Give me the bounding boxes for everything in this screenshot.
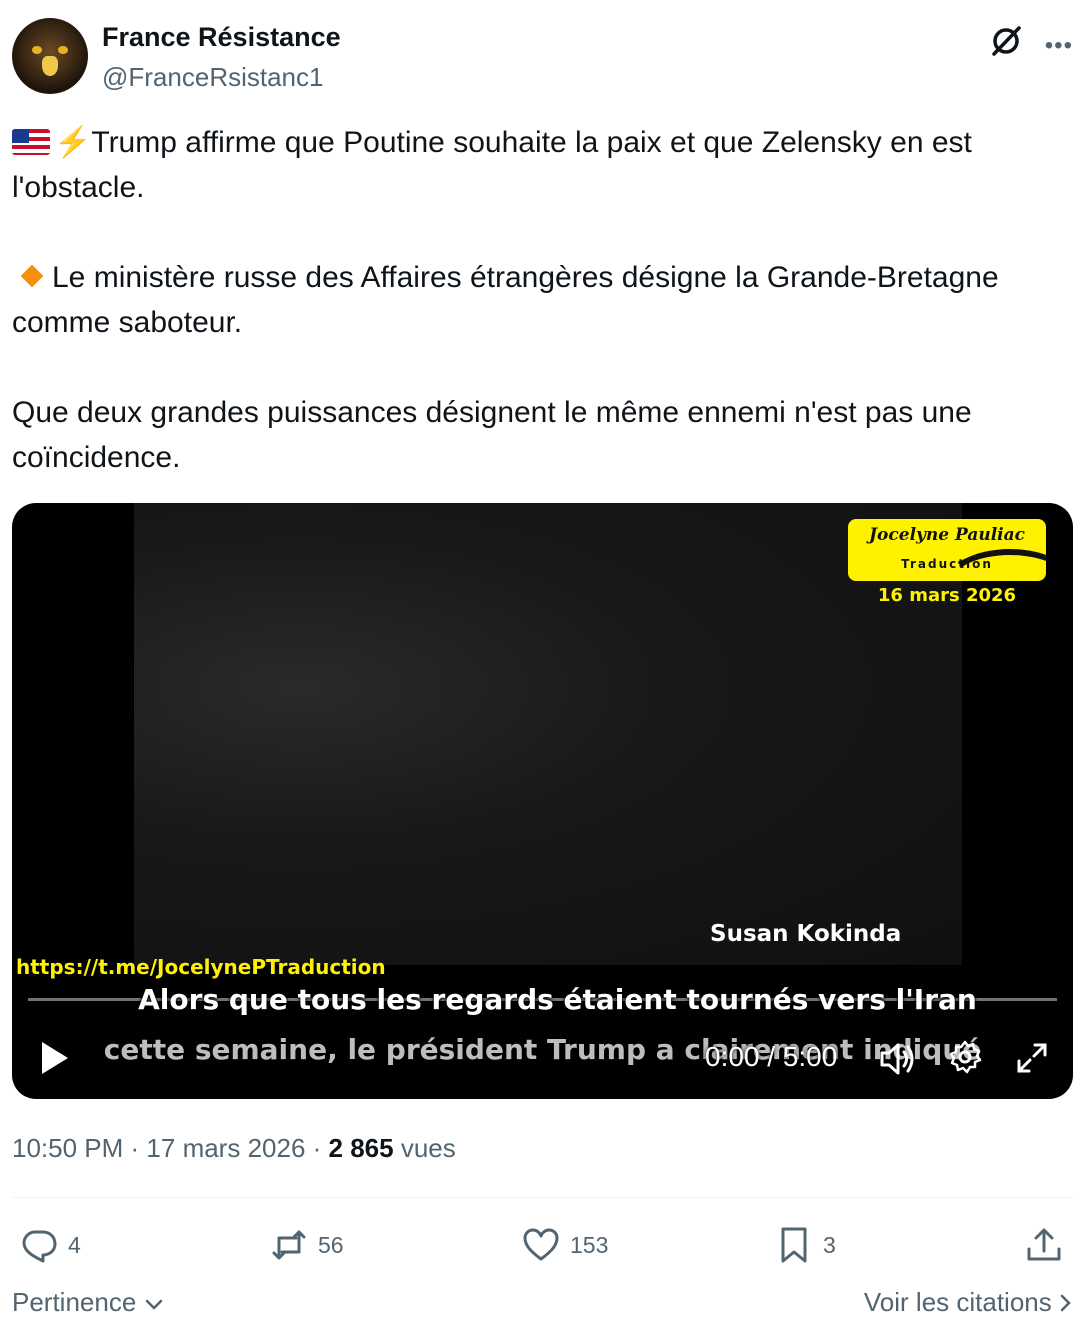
bookmark-icon	[781, 1227, 807, 1263]
avatar-eye	[32, 46, 42, 54]
tweet-meta: 10:50 PM · 17 mars 2026 · 2 865 vues	[12, 1133, 456, 1164]
tweet-date[interactable]: 17 mars 2026	[146, 1133, 305, 1163]
replies-footer: Pertinence Voir les citations	[12, 1287, 1073, 1323]
play-icon[interactable]	[40, 1040, 70, 1076]
sort-label: Pertinence	[12, 1287, 137, 1317]
orange-diamond-icon	[20, 264, 44, 288]
divider	[12, 1197, 1073, 1198]
repost-button[interactable]: 56	[270, 1220, 344, 1270]
grok-icon[interactable]	[989, 24, 1023, 58]
logo-date: 16 mars 2026	[877, 585, 1017, 606]
video-player[interactable]: Jocelyne Pauliac Traduction 16 mars 2026…	[12, 503, 1073, 1099]
more-icon[interactable]: •••	[1045, 34, 1073, 58]
tweet-line-2: Le ministère russe des Affaires étrangèr…	[12, 261, 1007, 339]
fullscreen-icon[interactable]	[1015, 1041, 1049, 1075]
chevron-down-icon	[145, 1299, 162, 1310]
subtitle-line-1: Alors que tous les regards étaient tourn…	[138, 983, 977, 1016]
logo-subtitle: Traduction	[901, 557, 993, 571]
repost-icon	[272, 1230, 306, 1260]
volume-icon[interactable]	[878, 1039, 918, 1079]
like-button[interactable]: 153	[522, 1220, 608, 1270]
action-bar: 4 56 153 3	[12, 1220, 1073, 1270]
separator: ·	[312, 1133, 329, 1163]
bookmark-count: 3	[823, 1231, 836, 1258]
us-flag-icon	[12, 129, 50, 155]
tweet-body: ⚡Trump affirme que Poutine souhaite la p…	[12, 120, 1072, 480]
channel-logo: Jocelyne Pauliac Traduction	[848, 519, 1046, 581]
tweet-time[interactable]: 10:50 PM	[12, 1133, 123, 1163]
author-handle[interactable]: @FranceRsistanc1	[102, 62, 323, 93]
like-icon	[523, 1228, 559, 1261]
view-quotes-link[interactable]: Voir les citations	[864, 1287, 1073, 1318]
tweet-paragraph-1: ⚡Trump affirme que Poutine souhaite la p…	[12, 120, 1072, 210]
sort-dropdown[interactable]: Pertinence	[12, 1287, 164, 1318]
tweet-header: France Résistance @FranceRsistanc1 •••	[12, 18, 1075, 96]
telegram-link: https://t.me/JocelynePTraduction	[16, 955, 386, 979]
reply-button[interactable]: 4	[20, 1220, 81, 1270]
share-icon	[1027, 1228, 1061, 1261]
views-label: vues	[400, 1133, 456, 1163]
repost-count: 56	[318, 1231, 344, 1258]
separator: ·	[130, 1133, 147, 1163]
tweet-paragraph-3: Que deux grandes puissances désignent le…	[12, 396, 981, 474]
avatar[interactable]	[12, 18, 88, 94]
bookmark-button[interactable]: 3	[775, 1220, 836, 1270]
video-time: 0:00 / 5:00	[705, 1041, 838, 1072]
logo-name: Jocelyne Pauliac	[869, 525, 1025, 545]
reply-icon	[22, 1230, 57, 1263]
speaker-name: Susan Kokinda	[710, 921, 902, 947]
lightning-icon: ⚡	[54, 126, 92, 159]
reply-count: 4	[68, 1231, 81, 1258]
settings-icon[interactable]	[947, 1039, 983, 1075]
views-count: 2 865	[328, 1133, 394, 1163]
author-name[interactable]: France Résistance	[102, 22, 341, 53]
chevron-right-icon	[1060, 1294, 1071, 1312]
video-frame	[134, 503, 962, 965]
avatar-beak	[42, 56, 58, 76]
tweet-paragraph-2: Le ministère russe des Affaires étrangèr…	[12, 255, 1072, 345]
avatar-eye	[58, 46, 68, 54]
quotes-label: Voir les citations	[863, 1287, 1052, 1317]
share-button[interactable]	[1025, 1220, 1063, 1270]
like-count: 153	[570, 1231, 609, 1258]
tweet-line-1: Trump affirme que Poutine souhaite la pa…	[12, 126, 981, 204]
